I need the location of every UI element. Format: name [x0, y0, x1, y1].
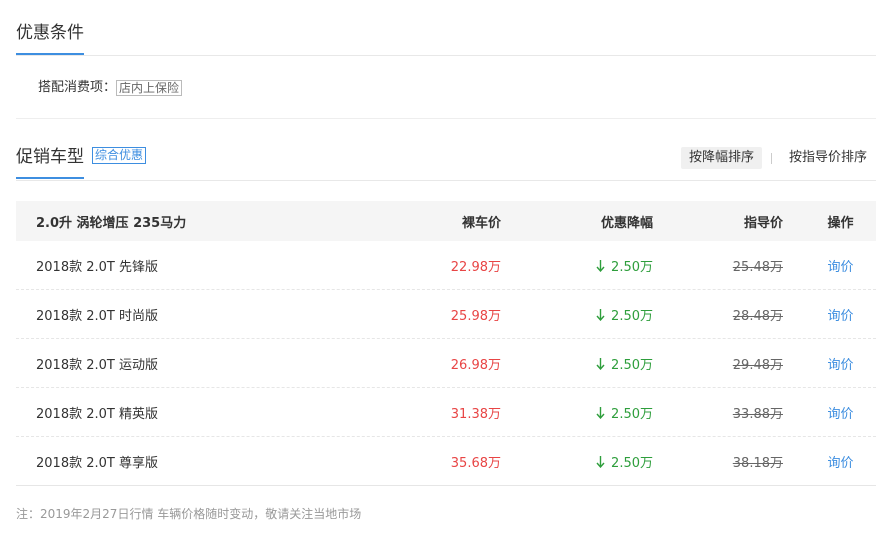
row-guide-cell: 33.88万 [653, 403, 783, 422]
row-drop: 2.50万 [501, 403, 653, 422]
row-price: 25.98万 [450, 308, 501, 324]
row-price: 31.38万 [450, 406, 501, 422]
row-op-cell: 询价 [783, 354, 876, 373]
row-drop-value: 2.50万 [611, 406, 653, 422]
row-op-cell: 询价 [783, 452, 876, 471]
promo-table: 2.0升 涡轮增压 235马力 裸车价 优惠降幅 指导价 操作 2018款 2.… [16, 201, 876, 486]
table-row: 2018款 2.0T 精英版 31.38万 2.50万 33.88万 询价 [16, 388, 876, 437]
row-op-cell: 询价 [783, 403, 876, 422]
arrow-down-icon [596, 308, 605, 321]
row-drop: 2.50万 [501, 452, 653, 471]
sort-separator [770, 152, 772, 164]
row-op-cell: 询价 [783, 256, 876, 275]
sort-by-guide-price-button[interactable]: 按指导价排序 [781, 147, 875, 169]
row-drop-value: 2.50万 [611, 308, 653, 324]
row-guide-price: 29.48万 [732, 357, 783, 373]
row-drop: 2.50万 [501, 305, 653, 324]
conditions-title: 优惠条件 [16, 22, 84, 55]
row-guide-cell: 25.48万 [653, 256, 783, 275]
row-guide-price: 33.88万 [732, 406, 783, 422]
conditions-header: 优惠条件 [16, 22, 876, 56]
row-drop-value: 2.50万 [611, 455, 653, 471]
row-op-cell: 询价 [783, 305, 876, 324]
inquiry-link[interactable]: 询价 [827, 260, 853, 275]
section-divider [16, 118, 876, 119]
condition-item: 搭配消费项： 店内上保险 [38, 78, 183, 98]
table-row: 2018款 2.0T 先锋版 22.98万 2.50万 25.48万 询价 [16, 241, 876, 290]
header-op: 操作 [827, 215, 854, 231]
header-drop: 优惠降幅 [600, 215, 653, 231]
arrow-down-icon [596, 455, 605, 468]
row-model-name: 2018款 2.0T 先锋版 [36, 259, 158, 275]
row-drop: 2.50万 [501, 256, 653, 275]
condition-label: 搭配消费项： [38, 80, 117, 95]
table-row: 2018款 2.0T 时尚版 25.98万 2.50万 28.48万 询价 [16, 290, 876, 339]
row-price: 22.98万 [450, 259, 501, 275]
row-model-name: 2018款 2.0T 精英版 [36, 406, 158, 422]
table-row: 2018款 2.0T 运动版 26.98万 2.50万 29.48万 询价 [16, 339, 876, 388]
promo-title: 促销车型 [16, 146, 84, 179]
row-model-name: 2018款 2.0T 尊享版 [36, 455, 158, 471]
header-price: 裸车价 [461, 215, 501, 231]
arrow-down-icon [596, 406, 605, 419]
row-drop-value: 2.50万 [611, 357, 653, 373]
header-guide: 指导价 [743, 215, 783, 231]
table-row: 2018款 2.0T 尊享版 35.68万 2.50万 38.18万 询价 [16, 437, 876, 486]
inquiry-link[interactable]: 询价 [827, 309, 853, 324]
sort-controls: 按降幅排序 按指导价排序 [680, 147, 875, 169]
row-guide-cell: 38.18万 [653, 452, 783, 471]
promo-badge: 综合优惠 [92, 147, 147, 164]
condition-tag: 店内上保险 [116, 79, 183, 96]
row-guide-price: 38.18万 [732, 455, 783, 471]
header-engine: 2.0升 涡轮增压 235马力 [36, 215, 187, 231]
table-header: 2.0升 涡轮增压 235马力 裸车价 优惠降幅 指导价 操作 [16, 201, 876, 241]
row-model-name: 2018款 2.0T 时尚版 [36, 308, 158, 324]
sort-by-drop-button[interactable]: 按降幅排序 [680, 147, 762, 169]
price-note: 注：2019年2月27日行情 车辆价格随时变动，敬请关注当地市场 [16, 507, 362, 521]
row-price: 26.98万 [450, 357, 501, 373]
row-guide-price: 28.48万 [732, 308, 783, 324]
row-guide-price: 25.48万 [732, 259, 783, 275]
inquiry-link[interactable]: 询价 [827, 456, 853, 471]
row-guide-cell: 28.48万 [653, 305, 783, 324]
arrow-down-icon [596, 357, 605, 370]
arrow-down-icon [596, 259, 605, 272]
row-model-name: 2018款 2.0T 运动版 [36, 357, 158, 373]
row-price: 35.68万 [450, 455, 501, 471]
inquiry-link[interactable]: 询价 [827, 358, 853, 373]
row-drop: 2.50万 [501, 354, 653, 373]
row-guide-cell: 29.48万 [653, 354, 783, 373]
row-drop-value: 2.50万 [611, 259, 653, 275]
inquiry-link[interactable]: 询价 [827, 407, 853, 422]
